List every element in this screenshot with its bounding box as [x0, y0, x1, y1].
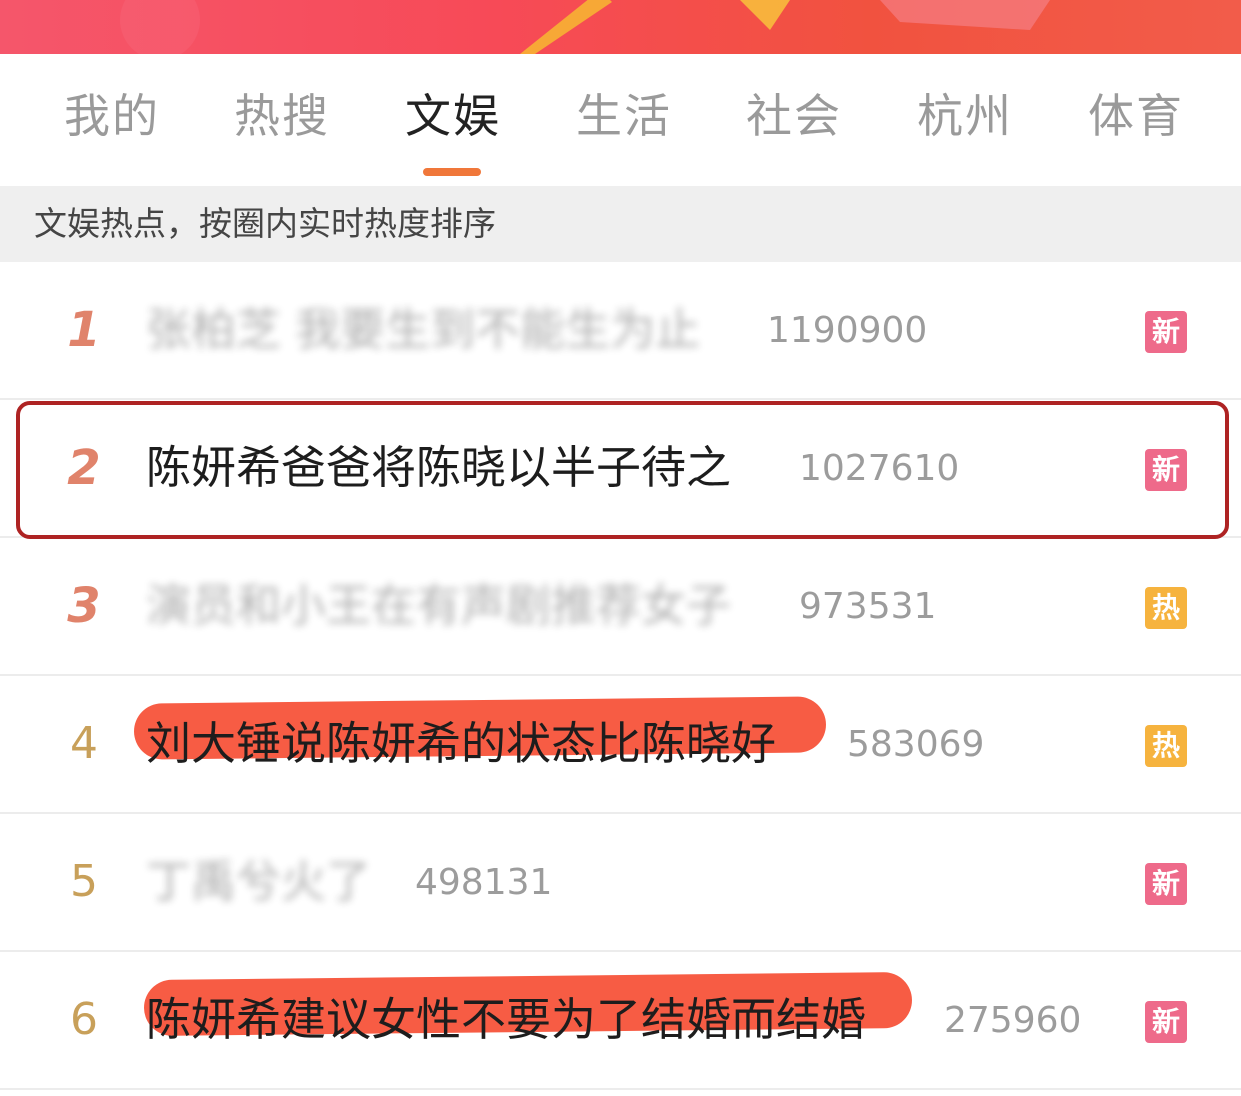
tab-life[interactable]: 生活 [576, 88, 672, 144]
trending-row-2[interactable]: 2 陈妍希爸爸将陈晓以半子待之 1027610 新 [0, 400, 1241, 538]
heat-count: 1027610 [799, 448, 960, 489]
hot-badge: 热 [1145, 725, 1187, 767]
tab-mine[interactable]: 我的 [64, 88, 160, 144]
list-description-bar: 文娱热点，按圈内实时热度排序 [0, 186, 1241, 262]
list-description: 文娱热点，按圈内实时热度排序 [34, 204, 496, 243]
new-badge: 新 [1145, 863, 1187, 905]
heat-count: 498131 [415, 862, 553, 903]
trending-row-5[interactable]: 5 丁禹兮火了 498131 新 [0, 814, 1241, 952]
trending-title: 张柏芝 我要生到不能生为止 [146, 303, 701, 356]
rank-number: 1 [67, 302, 101, 358]
tab-sports[interactable]: 体育 [1088, 88, 1184, 144]
top-banner [0, 0, 1241, 54]
new-badge: 新 [1145, 1001, 1187, 1043]
trending-row-6[interactable]: 6 陈妍希建议女性不要为了结婚而结婚 275960 新 [0, 952, 1241, 1090]
rank-number: 4 [70, 718, 98, 769]
banner-decoration-icon [120, 0, 1050, 54]
trending-title: 刘大锤说陈妍希的状态比陈晓好 [146, 717, 777, 770]
tab-hot-search[interactable]: 热搜 [234, 88, 330, 144]
tab-entertainment[interactable]: 文娱 [405, 88, 501, 144]
tab-society[interactable]: 社会 [746, 88, 842, 144]
trending-title: 丁禹兮火了 [146, 855, 372, 908]
hot-badge: 热 [1145, 587, 1187, 629]
rank-number: 5 [70, 856, 98, 907]
heat-count: 275960 [944, 1000, 1082, 1041]
trending-row-3[interactable]: 3 演员和小王在有声剧推荐女子 973531 热 [0, 538, 1241, 676]
heat-count: 973531 [799, 586, 937, 627]
tab-hangzhou[interactable]: 杭州 [917, 88, 1013, 144]
trending-title: 陈妍希建议女性不要为了结婚而结婚 [146, 993, 867, 1046]
trending-title: 陈妍希爸爸将陈晓以半子待之 [146, 441, 732, 494]
rank-number: 6 [70, 994, 98, 1045]
new-badge: 新 [1145, 449, 1187, 491]
rank-number: 2 [67, 440, 101, 496]
heat-count: 583069 [847, 724, 985, 765]
heat-count: 1190900 [767, 310, 928, 351]
new-badge: 新 [1145, 311, 1187, 353]
category-tabs: 我的 热搜 文娱 生活 社会 杭州 体育 [0, 54, 1241, 186]
active-tab-indicator [423, 168, 481, 176]
trending-row-1[interactable]: 1 张柏芝 我要生到不能生为止 1190900 新 [0, 262, 1241, 400]
trending-row-4[interactable]: 4 刘大锤说陈妍希的状态比陈晓好 583069 热 [0, 676, 1241, 814]
rank-number: 3 [67, 578, 101, 634]
trending-title: 演员和小王在有声剧推荐女子 [146, 579, 732, 632]
